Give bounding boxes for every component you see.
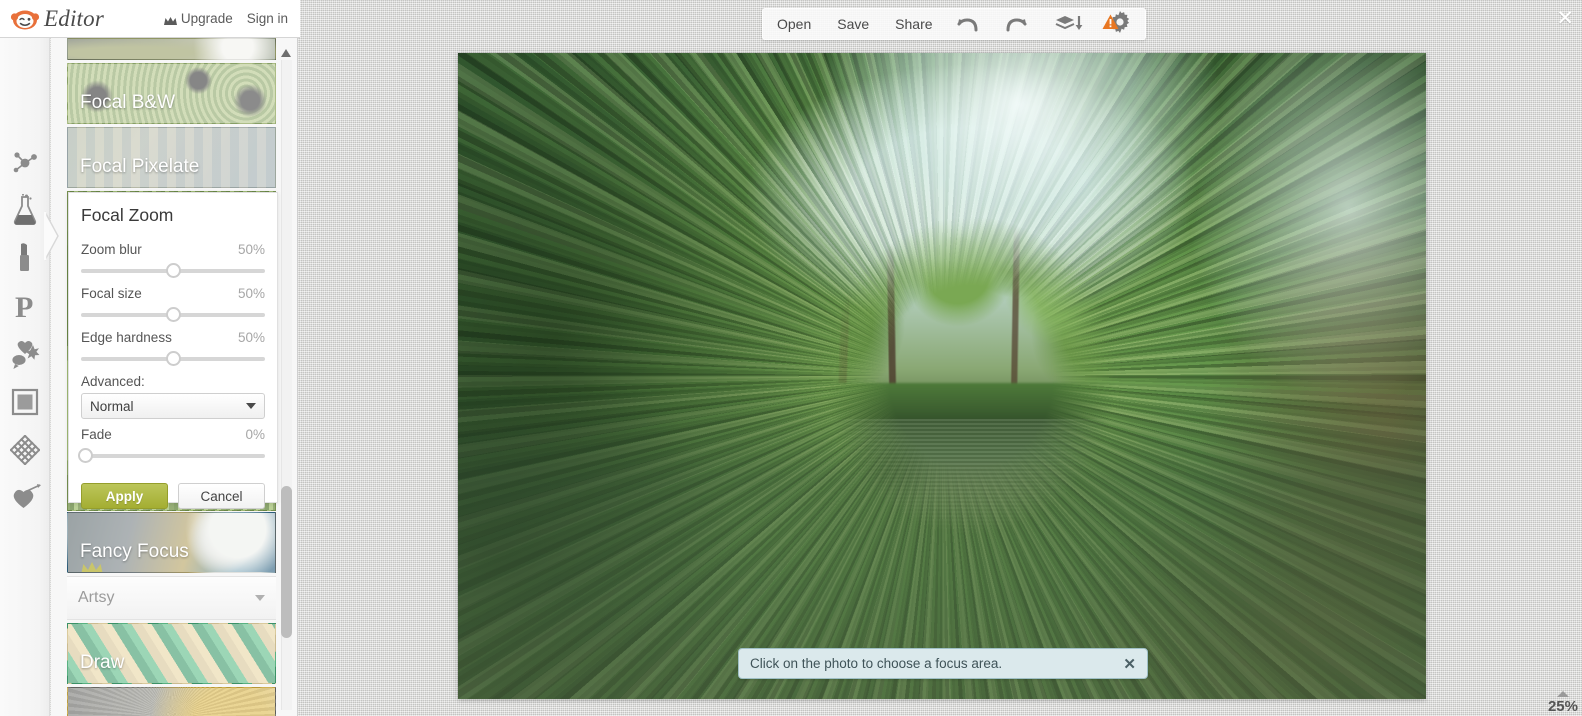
effect-thumbnail-fancy-focus[interactable]: Fancy Focus bbox=[67, 512, 276, 573]
undo-arrow-icon[interactable] bbox=[955, 15, 979, 33]
focal-water-reflection bbox=[806, 419, 1136, 557]
scroll-up-arrow-icon[interactable] bbox=[281, 44, 291, 57]
effect-label: Draw bbox=[80, 652, 125, 673]
premium-crown-icon bbox=[81, 562, 103, 572]
slider-label: Fade bbox=[81, 427, 112, 442]
slider-label: Edge hardness bbox=[81, 330, 172, 345]
rail-item-themes[interactable] bbox=[0, 474, 50, 522]
chevron-up-icon[interactable] bbox=[1556, 691, 1569, 697]
slider-focal-size[interactable] bbox=[81, 305, 265, 324]
rail-item-overlays[interactable] bbox=[0, 330, 50, 378]
slider-value: 50% bbox=[237, 330, 265, 345]
svg-text:P: P bbox=[15, 291, 33, 322]
top-toolbar: Open Save Share bbox=[762, 8, 1146, 40]
open-button[interactable]: Open bbox=[777, 16, 811, 32]
apply-button[interactable]: Apply bbox=[81, 483, 168, 509]
effect-thumbnail-focal-pixelate[interactable]: Focal Pixelate bbox=[67, 127, 276, 188]
slider-value: 0% bbox=[245, 427, 265, 442]
app-logo[interactable]: Editor bbox=[10, 6, 104, 32]
focal-zoom-settings-card: Focal Zoom Zoom blur 50% Focal size 50% … bbox=[68, 192, 278, 509]
section-title: Artsy bbox=[78, 589, 115, 606]
slider-row-zoom-blur: Zoom blur 50% bbox=[81, 242, 265, 257]
slider-row-fade: Fade 0% bbox=[81, 427, 265, 442]
redo-arrow-icon[interactable] bbox=[1005, 15, 1029, 33]
effect-thumbnail[interactable] bbox=[67, 38, 276, 60]
blend-mode-value: Normal bbox=[90, 398, 134, 414]
effect-thumbnail-draw[interactable]: Draw bbox=[67, 623, 276, 684]
chevron-down-icon bbox=[255, 595, 265, 601]
rail-item-touch-up[interactable] bbox=[0, 234, 50, 282]
rail-item-text[interactable]: P bbox=[0, 282, 50, 330]
slider-thumb[interactable] bbox=[166, 307, 181, 322]
photo-canvas[interactable] bbox=[458, 53, 1426, 699]
rail-item-effects[interactable] bbox=[0, 186, 50, 234]
signin-link[interactable]: Sign in bbox=[247, 11, 288, 26]
slider-label: Focal size bbox=[81, 286, 142, 301]
share-button[interactable]: Share bbox=[895, 16, 932, 32]
effect-thumbnail-focal-bw[interactable]: Focal B&W bbox=[67, 63, 276, 124]
save-button[interactable]: Save bbox=[837, 16, 869, 32]
tool-rail: P bbox=[0, 38, 50, 716]
upgrade-link[interactable]: Upgrade bbox=[163, 11, 233, 26]
warning-triangle-icon bbox=[1102, 14, 1119, 35]
zoom-control: 25% bbox=[1548, 691, 1578, 715]
slider-thumb[interactable] bbox=[166, 263, 181, 278]
slider-row-focal-size: Focal size 50% bbox=[81, 286, 265, 301]
slider-value: 50% bbox=[237, 242, 265, 257]
slider-fade[interactable] bbox=[78, 446, 265, 465]
rail-item-basic-edits[interactable] bbox=[0, 138, 50, 186]
tooltip-message: Click on the photo to choose a focus are… bbox=[750, 656, 1003, 671]
card-title: Focal Zoom bbox=[81, 205, 174, 225]
slider-thumb[interactable] bbox=[78, 448, 93, 463]
slider-value: 50% bbox=[237, 286, 265, 301]
close-icon[interactable]: ✕ bbox=[1123, 655, 1136, 673]
slider-row-edge-hardness: Edge hardness 50% bbox=[81, 330, 265, 345]
thumb-overlay bbox=[68, 39, 275, 59]
card-actions: Apply Cancel bbox=[81, 483, 265, 509]
upgrade-label: Upgrade bbox=[180, 11, 233, 26]
settings-button[interactable] bbox=[1102, 10, 1131, 38]
effect-thumbnail-film-grain[interactable]: Film Grain bbox=[67, 687, 276, 716]
slider-track bbox=[81, 454, 265, 458]
brand-name: Editor bbox=[44, 5, 104, 31]
rail-item-frames[interactable] bbox=[0, 378, 50, 426]
monkey-logo-icon bbox=[10, 7, 40, 31]
header-links: Upgrade Sign in bbox=[163, 11, 300, 26]
photo-focal-area bbox=[806, 195, 1136, 557]
rail-item-textures[interactable] bbox=[0, 426, 50, 474]
effect-label: Focal B&W bbox=[80, 92, 176, 113]
slider-label: Zoom blur bbox=[81, 242, 142, 257]
cancel-button[interactable]: Cancel bbox=[178, 483, 265, 509]
close-icon[interactable]: ✕ bbox=[1556, 8, 1574, 29]
thumb-overlay bbox=[68, 688, 275, 716]
focus-area-tooltip: Click on the photo to choose a focus are… bbox=[738, 648, 1148, 679]
effect-label: Focal Pixelate bbox=[80, 156, 200, 177]
panel-scrollbar-thumb[interactable] bbox=[281, 486, 292, 638]
layers-download-icon[interactable] bbox=[1055, 15, 1083, 33]
effect-label: Fancy Focus bbox=[80, 541, 189, 562]
advanced-label: Advanced: bbox=[81, 374, 145, 389]
slider-thumb[interactable] bbox=[166, 351, 181, 366]
section-header-artsy[interactable]: Artsy bbox=[67, 576, 276, 620]
slider-edge-hardness[interactable] bbox=[81, 349, 265, 368]
zoom-level-label[interactable]: 25% bbox=[1548, 698, 1578, 715]
slider-zoom-blur[interactable] bbox=[81, 261, 265, 280]
blend-mode-select[interactable]: Normal bbox=[81, 393, 265, 419]
crown-icon bbox=[163, 14, 177, 25]
chevron-down-icon bbox=[246, 403, 256, 409]
app-header: Editor Upgrade Sign in bbox=[0, 0, 300, 38]
